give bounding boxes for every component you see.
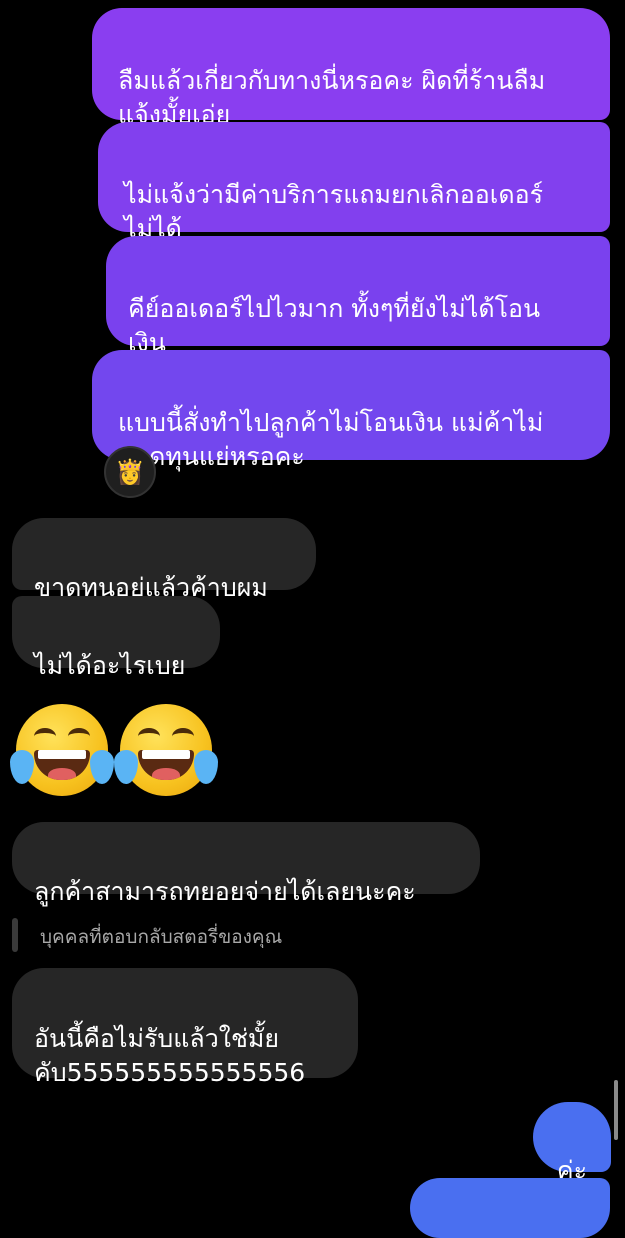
face-with-tears-of-joy-emoji-icon: [10, 704, 114, 796]
reaction-avatar[interactable]: 👸: [104, 446, 156, 498]
received-message-bubble[interactable]: ขาดทุนอยู่แล้วค้าบผม: [12, 518, 316, 602]
message-text: แบบนี้สั่งทำไปลูกค้าไม่โอนเงิน แม่ค้าไม่…: [118, 408, 544, 471]
sent-message-bubble[interactable]: ลืมแล้วเกี่ยวกับทางนี่หรอคะ ผิดที่ร้านลื…: [92, 8, 610, 129]
received-message-bubble[interactable]: อันนี้คือไม่รับแล้วใช่มั้ย คับ5555555555…: [12, 968, 358, 1087]
sent-message-bubble-partial[interactable]: [410, 1178, 610, 1238]
sent-message-bubble[interactable]: ค่ะ: [533, 1102, 611, 1185]
sent-message-bubble[interactable]: ไม่แจ้งว่ามีค่าบริการแถมยกเลิกออเดอร์ ไม…: [98, 122, 610, 243]
message-text: ลูกค้าสามารถทยอยจ่ายได้เลยนะคะ: [34, 877, 416, 906]
story-reply-indicator: [12, 918, 18, 952]
received-message-bubble[interactable]: ลูกค้าสามารถทยอยจ่ายได้เลยนะคะ: [12, 822, 480, 906]
message-text: คีย์ออเดอร์ไปไวมาก ทั้งๆที่ยังไม่ได้โอน …: [128, 294, 541, 357]
message-text: ลืมแล้วเกี่ยวกับทางนี่หรอคะ ผิดที่ร้านลื…: [118, 66, 546, 129]
story-reply-label: บุคคลที่ตอบกลับสตอรี่ของคุณ: [40, 926, 283, 948]
message-text: ไม่ได้อะไรเบย: [34, 651, 186, 680]
sent-message-bubble[interactable]: แบบนี้สั่งทำไปลูกค้าไม่โอนเงิน แม่ค้าไม่…: [92, 350, 610, 471]
message-text: ไม่แจ้งว่ามีค่าบริการแถมยกเลิกออเดอร์ ไม…: [124, 180, 544, 243]
sent-message-bubble[interactable]: คีย์ออเดอร์ไปไวมาก ทั้งๆที่ยังไม่ได้โอน …: [106, 236, 610, 357]
message-text: อันนี้คือไม่รับแล้วใช่มั้ย คับ5555555555…: [34, 1024, 306, 1087]
face-with-tears-of-joy-emoji-icon: [114, 704, 218, 796]
scrollbar[interactable]: [614, 1080, 618, 1140]
person-with-crown-emoji-icon: 👸: [115, 458, 145, 486]
received-message-bubble[interactable]: ไม่ได้อะไรเบย: [12, 596, 220, 680]
